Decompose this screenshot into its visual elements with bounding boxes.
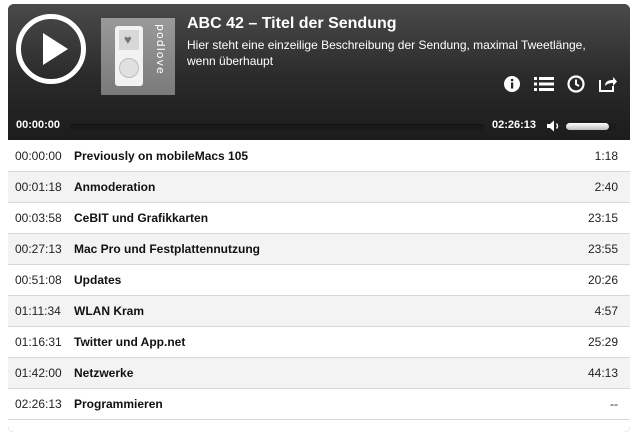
chapter-start: 00:51:08	[15, 273, 62, 287]
chapter-title: Previously on mobileMacs 105	[74, 149, 249, 163]
volume-slider[interactable]	[566, 123, 616, 130]
chapter-start: 00:00:00	[15, 149, 62, 163]
chapter-start: 00:01:18	[15, 180, 62, 194]
duration-time: 02:26:13	[492, 119, 537, 131]
chapter-list-icon[interactable]	[534, 74, 554, 94]
chapter-title: Anmoderation	[74, 180, 156, 194]
chapter-title: Updates	[74, 273, 122, 287]
cover-logo: podlove	[154, 24, 167, 75]
progress-row: 00:00:00 02:26:13	[8, 116, 630, 136]
chapter-row[interactable]: 00:27:13 Mac Pro und Festplattennutzung 23…	[8, 234, 630, 265]
info-icon[interactable]	[502, 74, 522, 94]
chapter-start: 01:42:00	[15, 366, 62, 380]
chapter-title: WLAN Kram	[74, 304, 145, 318]
chapter-row[interactable]: 00:51:08 Updates 20:26	[8, 265, 630, 296]
chapter-start: 02:26:13	[15, 397, 62, 411]
chapter-start: 01:11:34	[15, 304, 61, 318]
ipod-illustration: ♥	[115, 26, 143, 86]
chapter-row[interactable]: 01:16:31 Twitter und App.net 25:29	[8, 327, 630, 358]
chapter-title: CeBIT und Grafikkarten	[74, 211, 209, 225]
chapter-duration: 25:29	[587, 335, 618, 349]
episode-title: ABC 42 – Titel der Sendung	[187, 15, 397, 32]
podcast-player: ♥ podlove ABC 42 – Titel der Sendung Hie…	[8, 4, 630, 432]
heart-icon: ♥	[124, 32, 132, 47]
chapter-duration: --	[610, 397, 618, 411]
chapter-list: 00:00:00 Previously on mobileMacs 105 1:18…	[8, 140, 630, 432]
progress-bar[interactable]	[70, 124, 484, 131]
chapter-duration: 1:18	[594, 149, 618, 163]
control-icons	[502, 74, 618, 94]
clock-icon[interactable]	[566, 74, 586, 94]
chapter-duration: 23:55	[587, 242, 618, 256]
chapter-duration: 20:26	[587, 273, 618, 287]
chapter-row[interactable]: 00:03:58 CeBIT und Grafikkarten 23:15	[8, 203, 630, 234]
chapter-start: 00:03:58	[15, 211, 62, 225]
chapter-title: Programmieren	[74, 397, 163, 411]
current-time: 00:00:00	[16, 119, 61, 131]
volume-level	[566, 123, 609, 130]
play-button[interactable]	[16, 14, 86, 84]
episode-cover: ♥ podlove	[101, 18, 175, 95]
chapter-duration: 2:40	[594, 180, 618, 194]
episode-subtitle: Hier steht eine einzeilige Beschreibung …	[187, 38, 586, 68]
chapter-row[interactable]: 02:26:13 Programmieren --	[8, 389, 630, 420]
chapter-title: Netzwerke	[74, 366, 134, 380]
chapter-duration: 4:57	[594, 304, 618, 318]
chapter-row[interactable]: 01:11:34 WLAN Kram 4:57	[8, 296, 630, 327]
chapter-start: 01:16:31	[15, 335, 62, 349]
player-header: ♥ podlove ABC 42 – Titel der Sendung Hie…	[8, 4, 630, 140]
chapter-row[interactable]: 01:42:00 Netzwerke 44:13	[8, 358, 630, 389]
chapter-title: Twitter und App.net	[74, 335, 186, 349]
chapter-title: Mac Pro und Festplattennutzung	[74, 242, 260, 256]
volume-icon[interactable]	[546, 118, 562, 134]
chapter-row[interactable]: 00:01:18 Anmoderation 2:40	[8, 172, 630, 203]
chapter-row[interactable]: 00:00:00 Previously on mobileMacs 105 1:18	[8, 141, 630, 172]
play-icon	[43, 33, 68, 65]
chapter-start: 00:27:13	[15, 242, 62, 256]
chapter-duration: 23:15	[587, 211, 618, 225]
chapter-duration: 44:13	[587, 366, 618, 380]
share-icon[interactable]	[598, 74, 618, 94]
